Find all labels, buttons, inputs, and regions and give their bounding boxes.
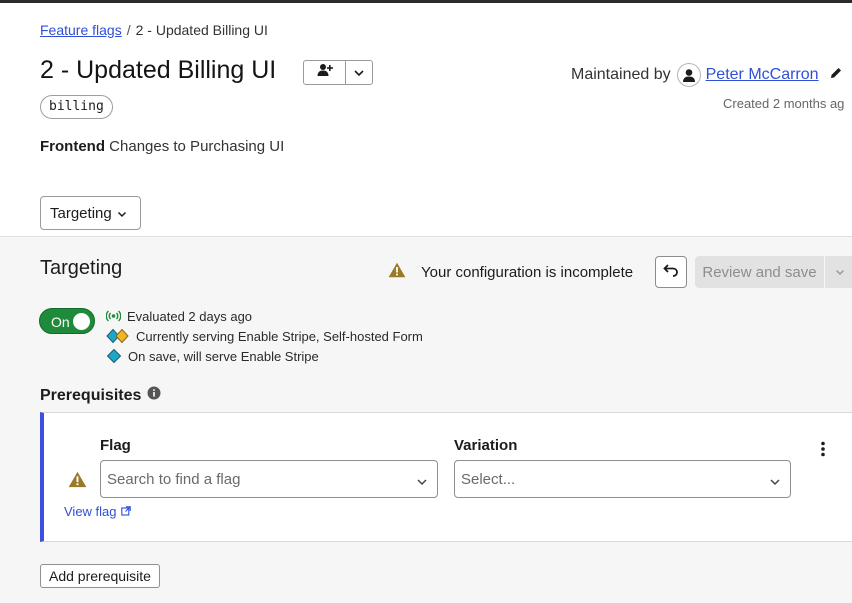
incomplete-warning: Your configuration is incomplete bbox=[388, 262, 633, 282]
targeting-toggle[interactable]: On bbox=[39, 308, 95, 334]
chevron-down-icon bbox=[117, 205, 127, 222]
variation-select[interactable]: Select... bbox=[454, 460, 791, 498]
status-list: Evaluated 2 days ago Currently serving E… bbox=[106, 306, 423, 366]
chevron-down-icon bbox=[416, 473, 428, 490]
add-person-icon bbox=[317, 63, 333, 82]
breadcrumb-current: 2 - Updated Billing UI bbox=[135, 22, 268, 38]
review-and-save-button[interactable]: Review and save bbox=[695, 256, 825, 288]
maintained-by-label: Maintained by bbox=[571, 66, 671, 83]
chevron-down-icon bbox=[835, 263, 845, 281]
toggle-label: On bbox=[51, 314, 70, 330]
undo-icon bbox=[663, 263, 679, 282]
review-save-split-button: Review and save bbox=[695, 256, 852, 288]
prerequisites-heading: Prerequisites bbox=[40, 386, 161, 405]
toggle-knob bbox=[73, 313, 90, 330]
multi-variation-icon bbox=[106, 328, 130, 344]
prerequisites-title: Prerequisites bbox=[40, 386, 142, 404]
status-on-save: On save, will serve Enable Stripe bbox=[106, 346, 423, 366]
maintainer-row: Maintained by Peter McCarron bbox=[571, 63, 843, 87]
warning-text: Your configuration is incomplete bbox=[421, 263, 634, 281]
breadcrumb-feature-flags-link[interactable]: Feature flags bbox=[40, 22, 122, 38]
external-link-icon bbox=[120, 504, 131, 519]
follow-button[interactable] bbox=[304, 61, 346, 84]
variation-field-label: Variation bbox=[454, 437, 518, 454]
variation-placeholder: Select... bbox=[461, 470, 516, 488]
view-select[interactable]: Targeting bbox=[40, 196, 141, 230]
info-icon[interactable] bbox=[147, 386, 161, 405]
breadcrumb-separator: / bbox=[126, 22, 131, 38]
flag-description: Frontend Changes to Purchasing UI bbox=[40, 138, 284, 155]
review-dropdown-button[interactable] bbox=[825, 256, 852, 288]
status-on-save-text: On save, will serve Enable Stripe bbox=[128, 348, 319, 364]
description-text: Changes to Purchasing UI bbox=[109, 138, 285, 155]
avatar bbox=[676, 63, 701, 87]
targeting-section: Targeting Your configuration is incomple… bbox=[0, 237, 852, 603]
status-evaluated-text: Evaluated 2 days ago bbox=[127, 308, 253, 324]
view-select-label: Targeting bbox=[50, 204, 112, 222]
add-prerequisite-button[interactable]: Add prerequisite bbox=[40, 564, 160, 588]
status-evaluated: Evaluated 2 days ago bbox=[106, 306, 423, 326]
view-flag-text: View flag bbox=[64, 504, 117, 519]
follow-dropdown-button[interactable] bbox=[346, 61, 372, 84]
flag-search-select[interactable]: Search to find a flag bbox=[100, 460, 438, 498]
flag-header: Feature flags/2 - Updated Billing UI 2 -… bbox=[0, 3, 852, 237]
edit-pencil-icon[interactable] bbox=[829, 66, 843, 85]
view-flag-link[interactable]: View flag bbox=[64, 504, 131, 519]
status-serving-text: Currently serving Enable Stripe, Self-ho… bbox=[136, 328, 423, 344]
description-bold: Frontend bbox=[40, 138, 105, 155]
chevron-down-icon bbox=[353, 64, 365, 82]
undo-button[interactable] bbox=[655, 256, 687, 288]
status-currently-serving: Currently serving Enable Stripe, Self-ho… bbox=[106, 326, 423, 346]
variation-diamond-icon bbox=[106, 348, 122, 364]
page-title: 2 - Updated Billing UI bbox=[40, 56, 277, 84]
tag-billing[interactable]: billing bbox=[40, 95, 113, 119]
flag-search-placeholder: Search to find a flag bbox=[107, 470, 241, 488]
created-date: Created 2 months ag bbox=[723, 96, 845, 111]
warning-icon bbox=[388, 262, 406, 282]
warning-icon bbox=[68, 471, 87, 493]
broadcast-icon bbox=[106, 310, 121, 322]
prerequisite-card: Flag Search to find a flag Variation Sel… bbox=[40, 412, 852, 542]
section-title: Targeting bbox=[40, 257, 123, 279]
flag-field-label: Flag bbox=[100, 437, 131, 454]
follow-split-button bbox=[303, 60, 373, 85]
maintainer-link[interactable]: Peter McCarron bbox=[706, 66, 819, 84]
breadcrumb: Feature flags/2 - Updated Billing UI bbox=[40, 22, 268, 38]
chevron-down-icon bbox=[769, 473, 781, 490]
more-options-icon[interactable] bbox=[820, 441, 826, 462]
